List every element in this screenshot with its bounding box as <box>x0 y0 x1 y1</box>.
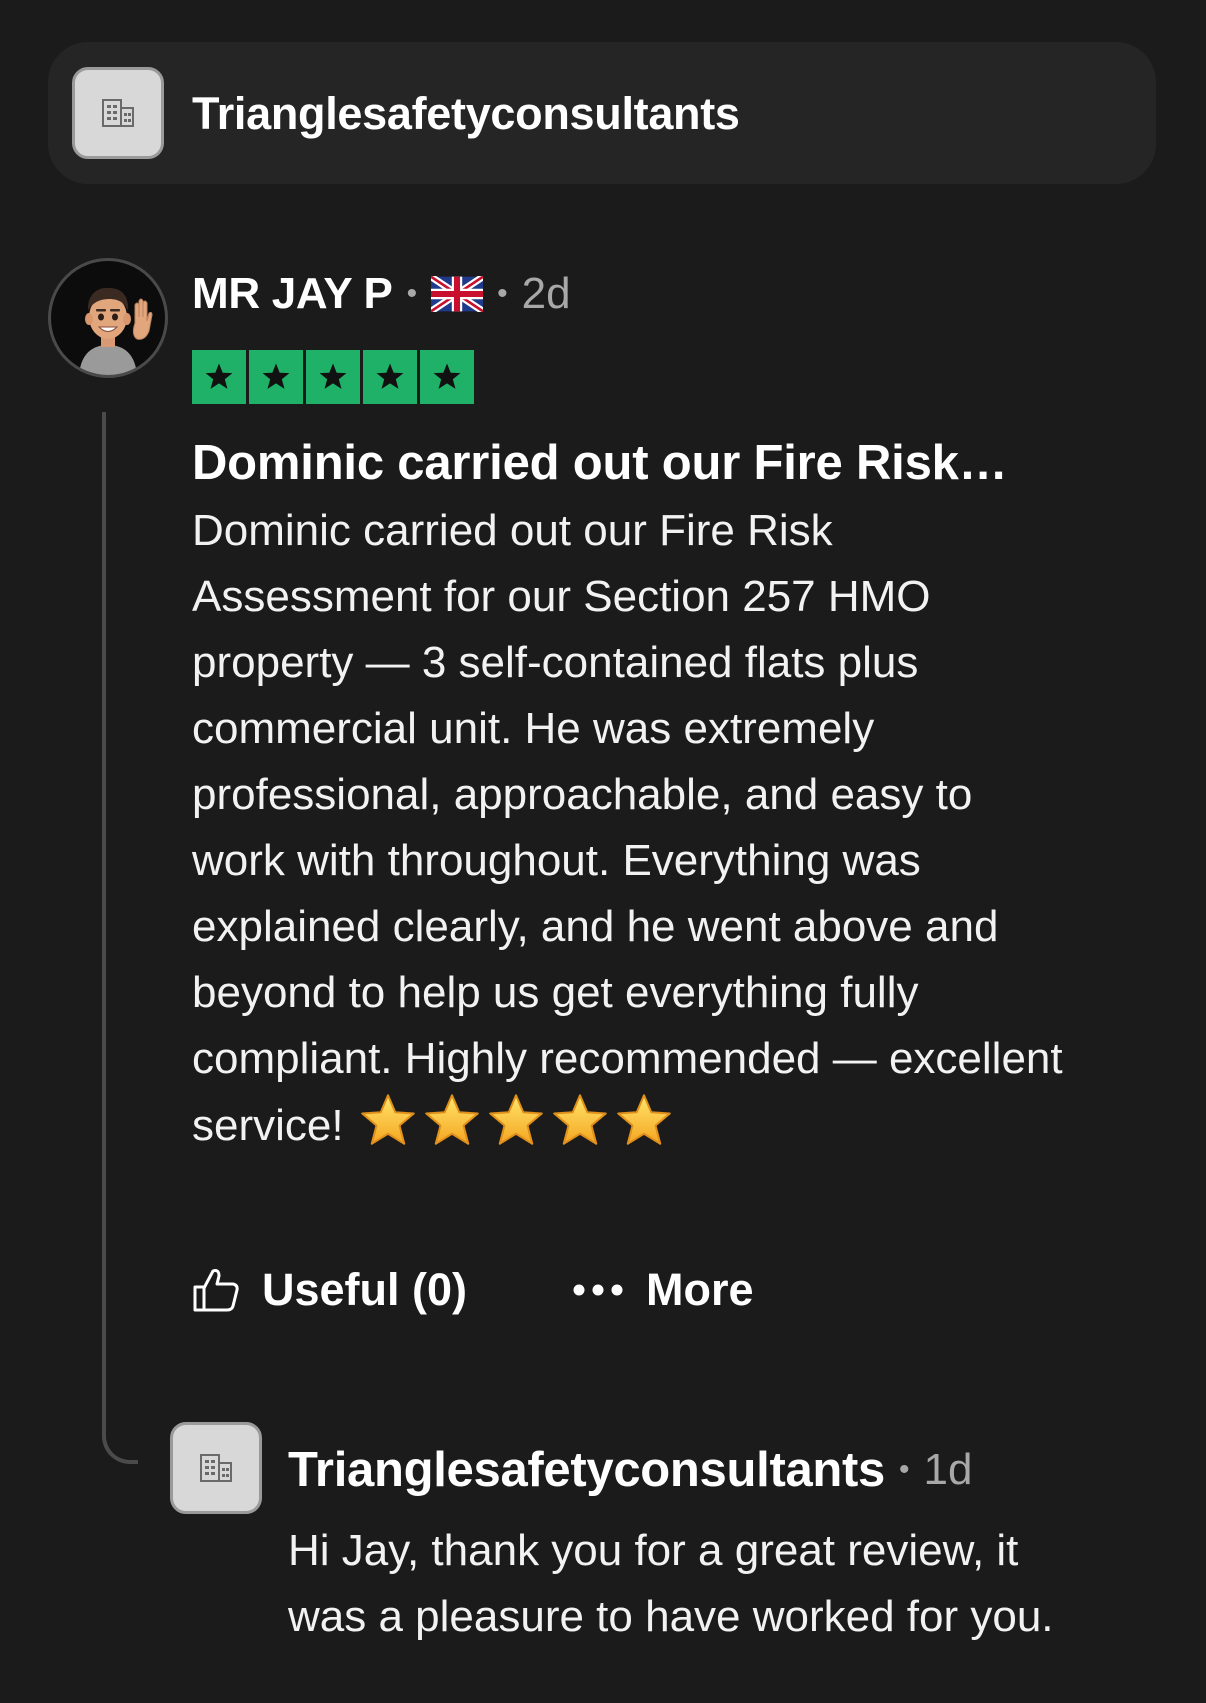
gold-star-emoji-icon <box>424 1094 479 1145</box>
reply-business-logo[interactable] <box>170 1422 262 1514</box>
gold-star-emoji-icon <box>552 1094 607 1145</box>
uk-flag-icon <box>431 276 484 312</box>
emoji-stars <box>358 1092 674 1150</box>
rating-star-box <box>249 350 303 404</box>
rating-star-box <box>306 350 360 404</box>
business-logo[interactable] <box>72 67 164 159</box>
useful-button[interactable]: Useful (0) <box>192 1260 467 1320</box>
building-icon <box>102 99 134 127</box>
reply-body-line: was a pleasure to have worked for you. <box>288 1592 1054 1641</box>
review-body-line: Dominic carried out our Fire Risk <box>192 506 833 555</box>
reply-body: Hi Jay, thank you for a great review, it… <box>288 1518 1188 1650</box>
review-body: Dominic carried out our Fire Risk Assess… <box>192 498 1172 1159</box>
more-button[interactable]: More <box>572 1260 754 1320</box>
separator-dot: • <box>497 277 508 310</box>
review-body-line: commercial unit. He was extremely <box>192 704 875 753</box>
star-icon <box>376 363 404 389</box>
separator-dot: • <box>406 277 418 310</box>
star-rating <box>192 350 474 404</box>
building-icon <box>200 1454 232 1482</box>
review-body-line: Assessment for our Section 257 HMO <box>192 572 931 621</box>
rating-star-box <box>192 350 246 404</box>
review-body-line: work with throughout. Everything was <box>192 836 921 885</box>
star-icon <box>262 363 290 389</box>
review-body-line: professional, approachable, and easy to <box>192 770 973 819</box>
gold-star-emoji-icon <box>360 1094 415 1145</box>
review-body-line: compliant. Highly recommended — excellen… <box>192 1034 1063 1083</box>
reviewer-name[interactable]: MR JAY P <box>192 269 393 319</box>
separator-dot: • <box>899 1453 910 1486</box>
review-body-line: property — 3 self-contained flats plus <box>192 638 919 687</box>
star-icon <box>319 363 347 389</box>
reply-body-line: Hi Jay, thank you for a great review, it <box>288 1526 1019 1575</box>
review-meta-row: MR JAY P • • 2d <box>192 266 571 322</box>
rating-star-box <box>420 350 474 404</box>
review-title[interactable]: Dominic carried out our Fire Risk… <box>192 432 1008 494</box>
thread-connector-line <box>102 412 138 1464</box>
more-label: More <box>646 1264 754 1315</box>
review-body-line: explained clearly, and he went above and <box>192 902 999 951</box>
gold-star-emoji-icon <box>616 1094 671 1145</box>
reply-age: 1d <box>923 1445 973 1494</box>
reviewer-avatar[interactable] <box>48 258 168 378</box>
business-name[interactable]: Trianglesafetyconsultants <box>192 86 740 142</box>
thumbs-up-icon <box>193 1269 239 1312</box>
reply-author[interactable]: Trianglesafetyconsultants <box>288 1442 885 1498</box>
review-body-line-last: service! <box>192 1092 1172 1159</box>
star-icon <box>205 363 233 389</box>
star-icon <box>433 363 461 389</box>
memoji-avatar-icon <box>79 287 153 375</box>
review-age: 2d <box>521 269 571 318</box>
review-body-text: service! <box>192 1101 344 1150</box>
more-dots-icon <box>573 1284 623 1296</box>
reply-meta-row: Trianglesafetyconsultants • 1d <box>288 1440 972 1500</box>
useful-label: Useful (0) <box>262 1264 468 1315</box>
gold-star-emoji-icon <box>488 1094 543 1145</box>
rating-star-box <box>363 350 417 404</box>
review-body-line: beyond to help us get everything fully <box>192 968 919 1017</box>
